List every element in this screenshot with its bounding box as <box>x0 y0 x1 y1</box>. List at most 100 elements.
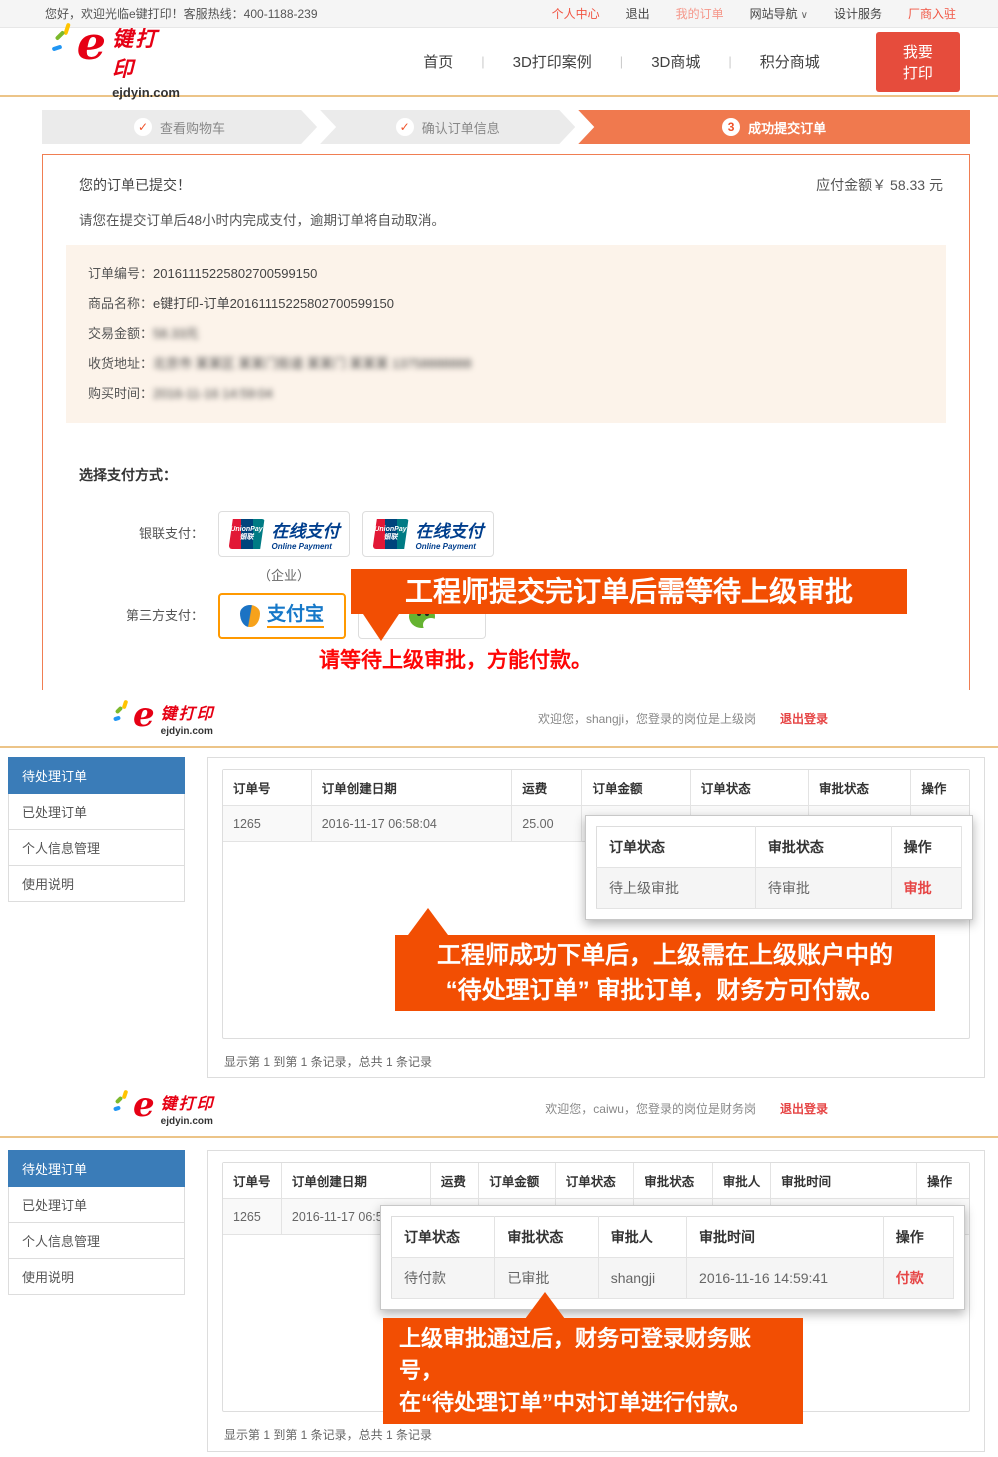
approve-link[interactable]: 审批 <box>904 880 932 896</box>
shipping-address-row: 收货地址：北京市 某某区 某某门街道 某某门 某某某 13758888888 <box>88 349 924 379</box>
brand-domain: ejdyin.com <box>161 726 215 737</box>
trade-amount-row: 交易金额：58.33元 <box>88 319 924 349</box>
chevron-down-icon: ∨ <box>801 10 808 21</box>
nav-home[interactable]: 首页 <box>395 51 481 72</box>
payment-method-title: 选择支付方式： <box>79 465 969 485</box>
order-no-row: 订单编号：20161115225802700599150 <box>88 259 924 289</box>
logo-spark-icon <box>115 700 127 730</box>
step-view-cart: ✓ 查看购物车 <box>42 110 317 144</box>
logo[interactable]: e 键打印 ejdyin.com <box>55 23 180 100</box>
page: 您好，欢迎光临e键打印！客服热线：400-1188-239 个人中心 退出 我的… <box>0 0 998 1457</box>
pay-link[interactable]: 付款 <box>896 1270 924 1286</box>
print-now-button[interactable]: 我要打印 <box>876 32 960 92</box>
unionpay-label: 银联支付： <box>43 511 218 557</box>
backend-header: e 键打印 ejdyin.com 欢迎您，caiwu，您登录的岗位是财务岗 退出… <box>0 1080 998 1138</box>
pagination-text: 显示第 1 到第 1 条记录，总共 1 条记录 <box>222 1426 970 1443</box>
logo-spark-icon <box>115 1090 127 1120</box>
nav-3d-print-cases[interactable]: 3D打印案例 <box>485 51 620 72</box>
magnified-table: 订单状态审批状态操作 待上级审批待审批 审批 <box>596 826 962 909</box>
annotation-arrow-up-icon <box>408 908 448 935</box>
alipay-label: 支付宝 <box>267 604 324 628</box>
topbar-link-my-orders[interactable]: 我的订单 <box>676 5 724 22</box>
brand-name: 键打印 <box>112 23 180 83</box>
sidebar: 待处理订单 已处理订单 个人信息管理 使用说明 <box>8 757 185 902</box>
nav-points-mall[interactable]: 积分商城 <box>732 51 848 72</box>
logo-e-icon: e <box>77 23 106 63</box>
section-supervisor-backend: e 键打印 ejdyin.com 欢迎您，shangji，您登录的岗位是上级岗 … <box>0 690 998 1080</box>
order-info-box: 订单编号：20161115225802700599150 商品名称：e键打印-订… <box>66 245 946 423</box>
unionpay-logo-icon: UnionPay银联 <box>229 519 265 549</box>
table-header-row: 订单号订单创建日期 运费订单金额 订单状态审批状态 操作 <box>223 770 969 806</box>
sidebar-item-help[interactable]: 使用说明 <box>8 1259 185 1295</box>
step-order-submitted: 3 成功提交订单 <box>578 110 970 144</box>
section-order-submitted: 您好，欢迎光临e键打印！客服热线：400-1188-239 个人中心 退出 我的… <box>0 0 998 690</box>
unionpay-personal-button[interactable]: UnionPay银联 在线支付 Online Payment <box>362 511 494 557</box>
nav-3d-mall[interactable]: 3D商城 <box>623 51 728 72</box>
logo-spark-icon <box>55 23 71 63</box>
product-name-row: 商品名称：e键打印-订单20161115225802700599150 <box>88 289 924 319</box>
logo-e-icon: e <box>133 700 155 730</box>
amount-due: 应付金额￥ 58.33 元 <box>816 175 943 195</box>
alipay-button[interactable]: 支付宝 <box>218 593 346 639</box>
annotation-banner-1: 工程师提交完订单后需等待上级审批 <box>351 569 907 614</box>
payment-deadline-note: 请您在提交订单后48小时内完成支付，逾期订单将自动取消。 <box>43 195 969 229</box>
logo-e-icon: e <box>133 1090 155 1120</box>
sidebar-item-pending-orders[interactable]: 待处理订单 <box>8 757 185 794</box>
order-no-value: 20161115225802700599150 <box>153 259 317 289</box>
sidebar-item-profile[interactable]: 个人信息管理 <box>8 1223 185 1259</box>
logout-link[interactable]: 退出登录 <box>780 1100 828 1117</box>
table-header-row: 订单状态审批状态 审批人审批时间 操作 <box>392 1217 954 1258</box>
topbar-link-site-nav[interactable]: 网站导航∨ <box>750 5 808 22</box>
main-header: e 键打印 ejdyin.com 首页 | 3D打印案例 | 3D商城 | 积分… <box>0 28 998 97</box>
brand-name: 键打印 <box>161 1090 215 1114</box>
sidebar-item-pending-orders[interactable]: 待处理订单 <box>8 1150 185 1187</box>
topbar-link-design-service[interactable]: 设计服务 <box>834 5 882 22</box>
brand-domain: ejdyin.com <box>161 1116 215 1127</box>
sidebar-item-profile[interactable]: 个人信息管理 <box>8 830 185 866</box>
welcome-text: 欢迎您，shangji，您登录的岗位是上级岗 <box>538 710 756 727</box>
product-name-value: e键打印-订单20161115225802700599150 <box>153 289 394 319</box>
annotation-banner-2: 工程师成功下单后，上级需在上级账户中的 “待处理订单” 审批订单，财务方可付款。 <box>395 935 935 1011</box>
check-icon: ✓ <box>134 118 152 136</box>
annotation-note-red: 请等待上级审批，方能付款。 <box>319 644 592 674</box>
sidebar-item-processed-orders[interactable]: 已处理订单 <box>8 794 185 830</box>
brand-name: 键打印 <box>161 700 215 724</box>
annotation-arrow-up-icon <box>525 1292 565 1319</box>
pagination-text: 显示第 1 到第 1 条记录，总共 1 条记录 <box>222 1053 970 1070</box>
sidebar: 待处理订单 已处理订单 个人信息管理 使用说明 <box>8 1150 185 1295</box>
purchase-time-row: 购买时间：2016-11-16 14:59:04 <box>88 379 924 409</box>
check-icon: ✓ <box>396 118 414 136</box>
logo[interactable]: e 键打印 ejdyin.com <box>115 1090 215 1127</box>
topbar-link-personal-center[interactable]: 个人中心 <box>552 5 600 22</box>
purchase-time-value-blurred: 2016-11-16 14:59:04 <box>153 379 273 409</box>
shipping-address-value-blurred: 北京市 某某区 某某门街道 某某门 某某某 13758888888 <box>153 349 472 379</box>
logout-link[interactable]: 退出登录 <box>780 710 828 727</box>
topbar-link-vendor-join[interactable]: 厂商入驻 <box>908 5 956 22</box>
alipay-logo-icon <box>240 605 260 627</box>
topbar-link-logout[interactable]: 退出 <box>626 5 650 22</box>
backend-header: e 键打印 ejdyin.com 欢迎您，shangji，您登录的岗位是上级岗 … <box>0 690 998 748</box>
magnified-table: 订单状态审批状态 审批人审批时间 操作 待付款已审批 shangji2016-1… <box>391 1216 954 1299</box>
checkout-stepper: ✓ 查看购物车 ✓ 确认订单信息 3 成功提交订单 <box>42 110 970 144</box>
main-nav: 首页 | 3D打印案例 | 3D商城 | 积分商城 <box>395 51 848 72</box>
magnified-callout: 订单状态审批状态操作 待上级审批待审批 审批 <box>585 815 973 920</box>
step-confirm-order: ✓ 确认订单信息 <box>320 110 575 144</box>
trade-amount-value-blurred: 58.33元 <box>153 319 199 349</box>
logo[interactable]: e 键打印 ejdyin.com <box>115 700 215 737</box>
step-number-badge: 3 <box>722 118 740 136</box>
section-finance-backend: e 键打印 ejdyin.com 欢迎您，caiwu，您登录的岗位是财务岗 退出… <box>0 1080 998 1457</box>
table-header-row: 订单号订单创建日期 运费订单金额 订单状态审批状态 审批人审批时间 操作 <box>223 1163 969 1199</box>
table-row: 待上级审批待审批 审批 <box>597 868 962 909</box>
third-party-label: 第三方支付： <box>43 593 218 639</box>
annotation-arrow-down-icon <box>363 614 399 641</box>
unionpay-corporate-button[interactable]: UnionPay银联 在线支付 Online Payment <box>218 511 350 557</box>
sidebar-item-processed-orders[interactable]: 已处理订单 <box>8 1187 185 1223</box>
brand-domain: ejdyin.com <box>112 85 180 100</box>
annotation-banner-3: 上级审批通过后，财务可登录财务账号， 在“待处理订单”中对订单进行付款。 <box>383 1318 803 1424</box>
magnified-callout: 订单状态审批状态 审批人审批时间 操作 待付款已审批 shangji2016-1… <box>380 1205 965 1310</box>
unionpay-logo-icon: UnionPay银联 <box>373 519 409 549</box>
table-header-row: 订单状态审批状态操作 <box>597 827 962 868</box>
sidebar-item-help[interactable]: 使用说明 <box>8 866 185 902</box>
welcome-text: 欢迎您，caiwu，您登录的岗位是财务岗 <box>545 1100 756 1117</box>
order-result-box: 您的订单已提交！ 应付金额￥ 58.33 元 请您在提交订单后48小时内完成支付… <box>42 154 970 690</box>
